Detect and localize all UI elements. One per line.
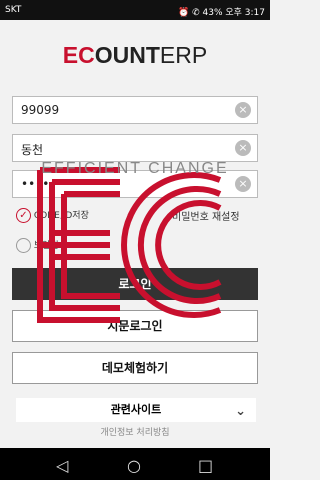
user-id-field[interactable]: 동천 × (12, 134, 258, 162)
ecount-logo: ECOUNTERP (0, 42, 270, 69)
clear-icon[interactable]: × (235, 140, 251, 156)
secure-login-radio[interactable]: • 보안접속 (16, 238, 67, 253)
logo-part1: EC (62, 42, 95, 68)
user-id-value: 동천 (21, 143, 44, 157)
related-sites-label: 관련사이트 (110, 403, 162, 416)
save-code-label: CODE,ID저장 (33, 211, 89, 221)
logo-part2: OUNT (94, 42, 160, 68)
privacy-link[interactable]: 개인정보 처리방침 (0, 425, 270, 438)
status-right: ⏰ ✆ 43% 오후 3:17 (178, 8, 265, 18)
radio-icon: • (16, 238, 31, 253)
home-icon[interactable]: ○ (127, 456, 141, 475)
clear-icon[interactable]: × (235, 102, 251, 118)
back-icon[interactable]: ◁ (56, 456, 68, 475)
chevron-down-icon: ⌄ (235, 404, 246, 419)
clear-icon[interactable]: × (235, 176, 251, 192)
company-code-field[interactable]: 99099 × (12, 96, 258, 124)
save-code-checkbox[interactable]: ✓ CODE,ID저장 (16, 208, 89, 223)
reset-password-link[interactable]: 비밀번호 재설정 (172, 208, 240, 223)
login-button[interactable]: 로그인 (12, 268, 258, 300)
check-icon: ✓ (16, 208, 31, 223)
android-nav-bar: ◁ ○ □ (0, 448, 270, 480)
status-bar: SKT ⏰ ✆ 43% 오후 3:17 (0, 0, 270, 20)
demo-button[interactable]: 데모체험하기 (12, 352, 258, 384)
carrier-label: SKT (5, 5, 22, 15)
recent-apps-icon[interactable]: □ (198, 456, 213, 475)
related-sites-dropdown[interactable]: 관련사이트 ⌄ (16, 398, 256, 422)
efficient-change-text: EFFICIENT CHANGE (41, 160, 229, 177)
logo-part3: ERP (159, 42, 208, 68)
fingerprint-login-button[interactable]: 지문로그인 (12, 310, 258, 342)
secure-login-label: 보안접속 (33, 241, 67, 251)
company-code-value: 99099 (21, 103, 60, 117)
password-value: ••••••••• (21, 177, 85, 191)
